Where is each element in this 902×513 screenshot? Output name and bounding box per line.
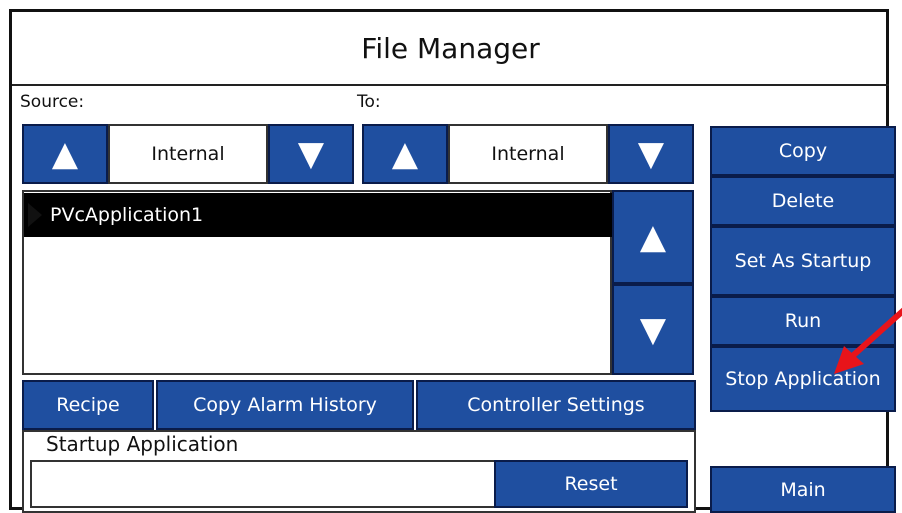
source-label: Source: — [20, 92, 85, 112]
destination-drive-field: Internal — [448, 124, 608, 184]
copy-alarm-history-button[interactable]: Copy Alarm History — [156, 380, 414, 430]
triangle-up-icon: ▲ — [51, 134, 79, 174]
triangle-up-icon: ▲ — [639, 217, 667, 257]
set-as-startup-button[interactable]: Set As Startup — [710, 226, 896, 296]
main-button[interactable]: Main — [710, 466, 896, 513]
delete-button[interactable]: Delete — [710, 176, 896, 226]
list-item[interactable]: PVcApplication1 — [24, 193, 612, 237]
caret-right-icon — [28, 203, 42, 227]
controller-settings-button[interactable]: Controller Settings — [416, 380, 696, 430]
run-button[interactable]: Run — [710, 296, 896, 346]
destination-label: To: — [357, 92, 381, 112]
recipe-button[interactable]: Recipe — [22, 380, 154, 430]
page-title: File Manager — [12, 12, 889, 86]
triangle-up-icon: ▲ — [391, 134, 419, 174]
reset-button[interactable]: Reset — [494, 460, 688, 508]
list-scroll-down-button[interactable]: ▼ — [612, 284, 694, 375]
list-scroll-up-button[interactable]: ▲ — [612, 190, 694, 284]
copy-button[interactable]: Copy — [710, 126, 896, 176]
source-drive-field: Internal — [108, 124, 268, 184]
triangle-down-icon: ▼ — [297, 134, 325, 174]
source-next-button[interactable]: ▼ — [268, 124, 354, 184]
startup-application-label: Startup Application — [46, 432, 239, 456]
source-prev-button[interactable]: ▲ — [22, 124, 108, 184]
triangle-down-icon: ▼ — [639, 309, 667, 350]
startup-application-field — [30, 460, 496, 508]
triangle-down-icon: ▼ — [637, 134, 665, 174]
stop-application-button[interactable]: Stop Application — [710, 346, 896, 412]
destination-prev-button[interactable]: ▲ — [362, 124, 448, 184]
destination-next-button[interactable]: ▼ — [608, 124, 694, 184]
